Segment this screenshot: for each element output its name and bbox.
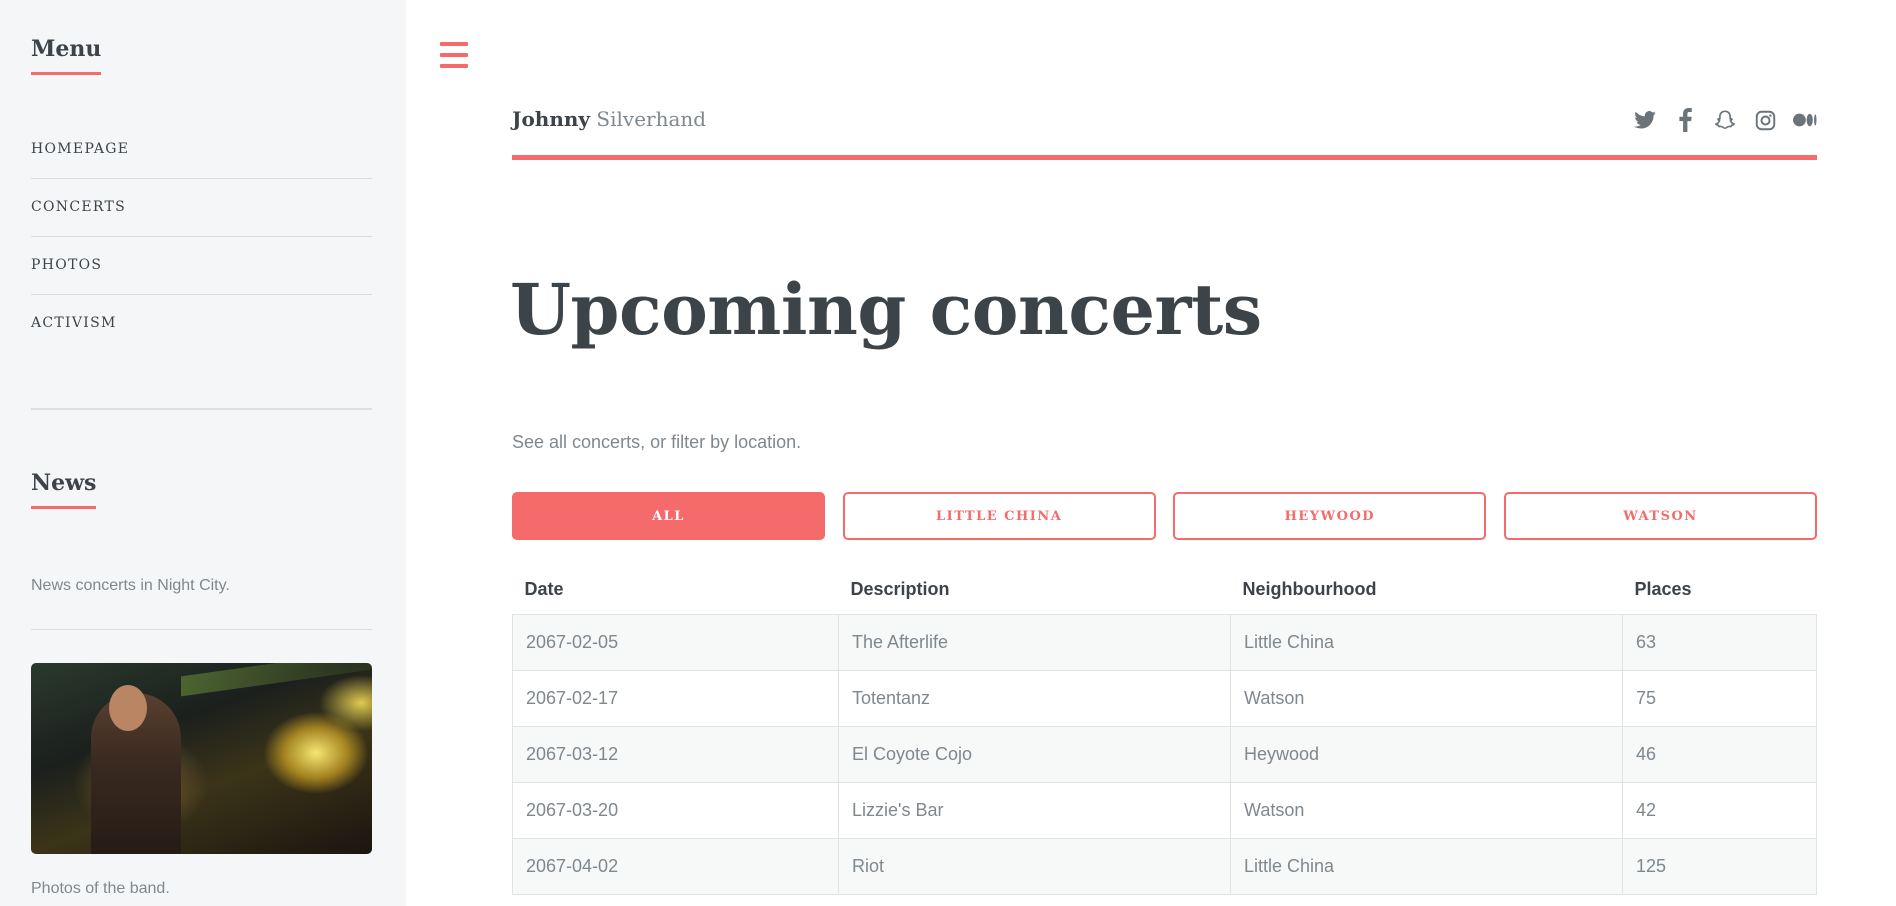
menu-item-concerts[interactable]: CONCERTS	[31, 178, 372, 236]
menu-item-photos[interactable]: PHOTOS	[31, 236, 372, 294]
cell-description: Totentanz	[838, 669, 1231, 727]
twitter-icon[interactable]	[1633, 108, 1657, 132]
menu-item-label: CONCERTS	[31, 199, 126, 215]
cell-date: 2067-03-12	[512, 725, 839, 783]
cell-description: Riot	[838, 837, 1231, 895]
table-row: 2067-02-17 Totentanz Watson 75	[512, 669, 1817, 727]
menu-toggle-icon[interactable]	[440, 42, 468, 69]
menu-item-label: ACTIVISM	[31, 315, 117, 331]
column-header-places: Places	[1634, 579, 1692, 600]
concerts-table: Date Description Neighbourhood Places 20…	[512, 566, 1817, 895]
table-row: 2067-02-05 The Afterlife Little China 63	[512, 613, 1817, 671]
cell-date: 2067-02-05	[512, 613, 839, 671]
table-row: 2067-04-02 Riot Little China 125	[512, 837, 1817, 895]
menu-item-label: HOMEPAGE	[31, 141, 130, 157]
hamburger-line	[440, 64, 468, 68]
menu-item-activism[interactable]: ACTIVISM	[31, 294, 372, 352]
hamburger-line	[440, 53, 468, 57]
table-row: 2067-03-20 Lizzie's Bar Watson 42	[512, 781, 1817, 839]
column-header-neighbourhood: Neighbourhood	[1242, 579, 1377, 600]
sidebar: Menu HOMEPAGE CONCERTS PHOTOS ACTIVISM N…	[0, 0, 406, 906]
hamburger-line	[440, 42, 468, 46]
cell-places: 125	[1622, 837, 1817, 895]
menu-item-homepage[interactable]: HOMEPAGE	[31, 120, 372, 178]
stage-light	[181, 663, 372, 697]
cell-neighbourhood: Little China	[1230, 837, 1623, 895]
snapchat-icon[interactable]	[1713, 108, 1737, 132]
column-header-date: Date	[524, 579, 564, 600]
site-logo[interactable]: Johnny Silverhand	[512, 107, 706, 131]
logo-last-name: Silverhand	[596, 107, 707, 131]
cell-places: 63	[1622, 613, 1817, 671]
menu-heading: Menu	[31, 36, 102, 75]
filter-watson-button[interactable]: WATSON	[1503, 492, 1817, 540]
menu-list: HOMEPAGE CONCERTS PHOTOS ACTIVISM	[31, 120, 372, 352]
facebook-icon[interactable]	[1673, 108, 1697, 132]
social-icons	[1617, 108, 1817, 132]
cell-neighbourhood: Heywood	[1230, 725, 1623, 783]
news-heading: News	[31, 470, 97, 509]
news-text: News concerts in Night City.	[31, 577, 230, 594]
cell-neighbourhood: Watson	[1230, 781, 1623, 839]
page-title: Upcoming concerts	[510, 268, 1262, 351]
sidebar-divider	[31, 408, 372, 410]
table-header-row: Date Description Neighbourhood Places	[513, 566, 1817, 614]
medium-icon[interactable]	[1793, 108, 1817, 132]
cell-date: 2067-04-02	[512, 837, 839, 895]
band-photo[interactable]	[31, 663, 372, 854]
news-divider	[31, 629, 372, 630]
cell-places: 46	[1622, 725, 1817, 783]
menu-item-label: PHOTOS	[31, 257, 103, 273]
cell-description: Lizzie's Bar	[838, 781, 1231, 839]
cell-neighbourhood: Little China	[1230, 613, 1623, 671]
filter-all-button[interactable]: ALL	[512, 492, 825, 540]
cell-neighbourhood: Watson	[1230, 669, 1623, 727]
cell-places: 42	[1622, 781, 1817, 839]
cell-description: The Afterlife	[838, 613, 1231, 671]
site-header: Johnny Silverhand	[512, 100, 1817, 160]
photo-caption: Photos of the band.	[31, 880, 170, 897]
filter-heywood-button[interactable]: HEYWOOD	[1173, 492, 1487, 540]
singer-head	[109, 685, 147, 731]
table-row: 2067-03-12 El Coyote Cojo Heywood 46	[512, 725, 1817, 783]
cell-date: 2067-02-17	[512, 669, 839, 727]
column-header-description: Description	[850, 579, 950, 600]
cell-description: El Coyote Cojo	[838, 725, 1231, 783]
cell-date: 2067-03-20	[512, 781, 839, 839]
intro-text: See all concerts, or filter by location.	[512, 432, 802, 452]
filter-little-china-button[interactable]: LITTLE CHINA	[842, 492, 1156, 540]
logo-first-name: Johnny	[512, 107, 591, 131]
cell-places: 75	[1622, 669, 1817, 727]
instagram-icon[interactable]	[1753, 108, 1777, 132]
location-filters: ALL LITTLE CHINA HEYWOOD WATSON	[512, 492, 1817, 540]
